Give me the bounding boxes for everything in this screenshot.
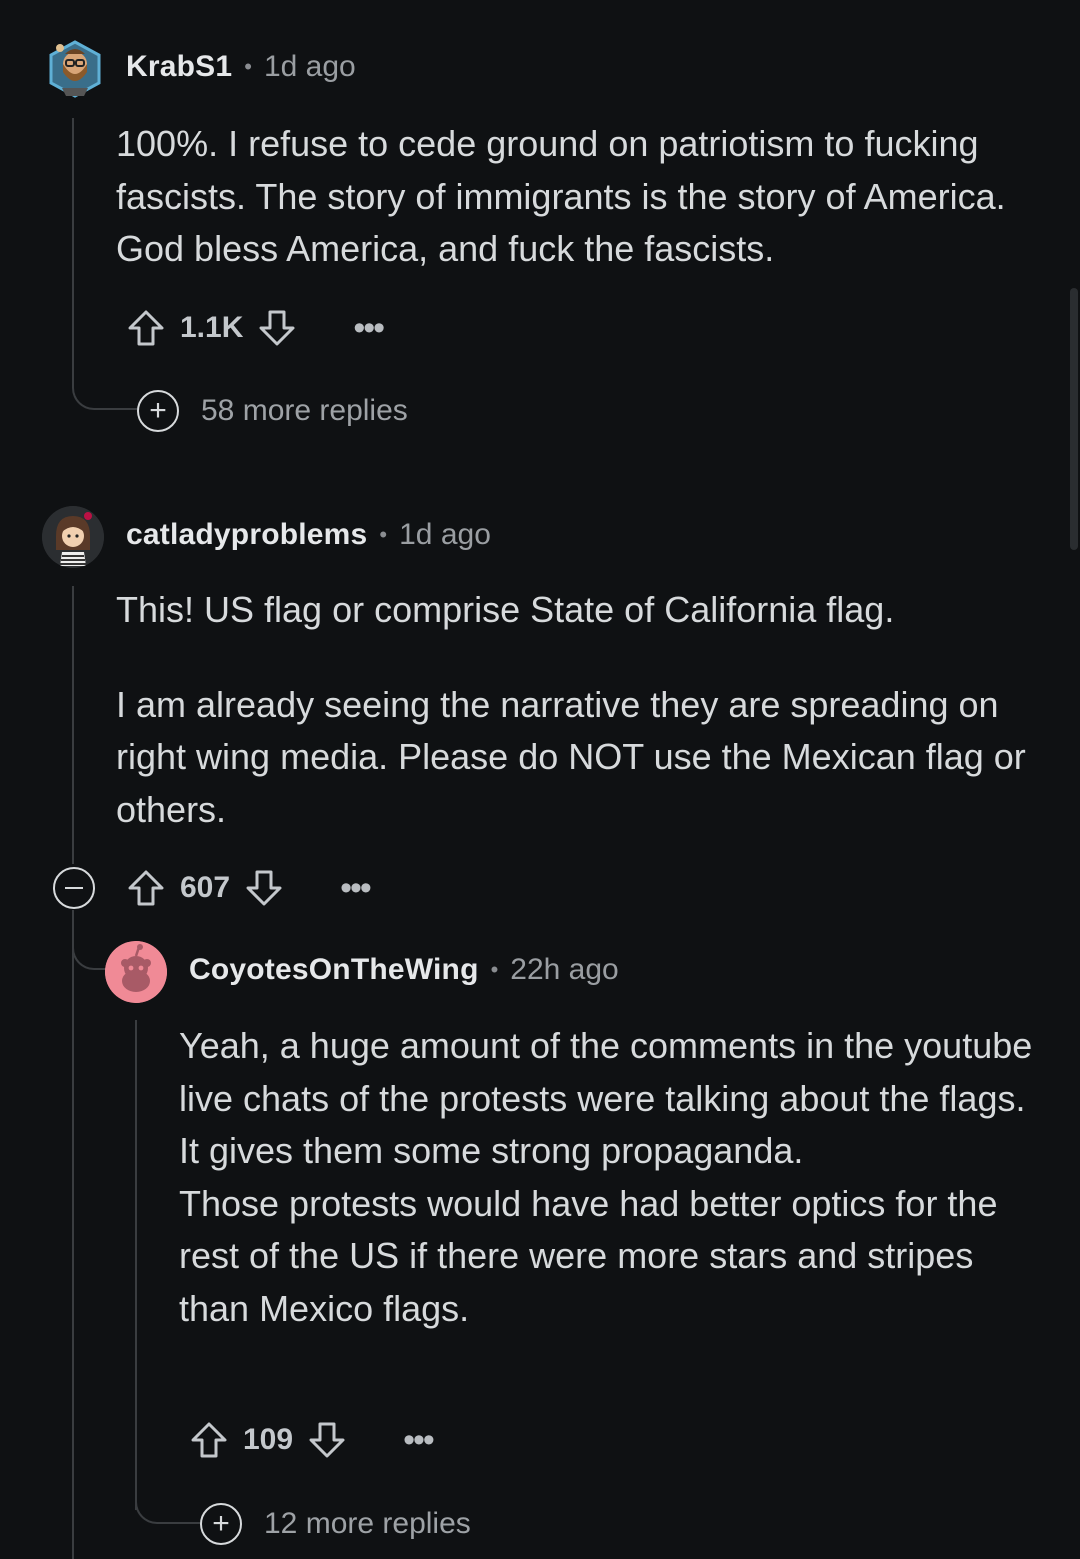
downvote-icon[interactable]	[307, 1420, 347, 1460]
username[interactable]: catladyproblems	[126, 518, 367, 552]
comment-header: catladyproblems • 1d ago	[126, 518, 491, 552]
upvote-icon[interactable]	[126, 868, 166, 908]
meta-separator: •	[244, 54, 252, 79]
thread-line[interactable]	[72, 118, 74, 378]
more-replies-label: 58 more replies	[201, 394, 408, 427]
timestamp: 1d ago	[399, 518, 491, 551]
upvote-icon[interactable]	[126, 308, 166, 348]
collapse-thread-button[interactable]	[53, 867, 95, 909]
vote-count: 1.1K	[180, 311, 244, 344]
plus-circle-icon: +	[200, 1503, 242, 1545]
timestamp: 1d ago	[263, 50, 356, 83]
reply-connector	[135, 1480, 201, 1524]
avatar-krabs1[interactable]	[44, 38, 106, 100]
comment-paragraph: Yeah, a huge amount of the comments in t…	[179, 1025, 1033, 1171]
comment-actions: 1.1K •••	[126, 306, 385, 350]
comment-paragraph: This! US flag or comprise State of Calif…	[116, 589, 895, 630]
reply-connector	[72, 368, 138, 410]
more-replies-button[interactable]: + 12 more replies	[200, 1503, 471, 1545]
downvote-icon[interactable]	[244, 868, 284, 908]
avatar-coyotesonthewing[interactable]	[105, 941, 167, 1003]
comment-paragraph: 100%. I refuse to cede ground on patriot…	[116, 123, 1006, 269]
comment-thread: KrabS1 • 1d ago 100%. I refuse to cede g…	[0, 0, 1080, 1559]
thread-line[interactable]	[72, 586, 74, 864]
thread-line[interactable]	[135, 1020, 137, 1510]
scrollbar[interactable]	[1070, 288, 1078, 550]
minus-circle-icon	[65, 886, 83, 890]
vote-count: 109	[243, 1423, 294, 1456]
comment-body: Yeah, a huge amount of the comments in t…	[179, 1020, 1039, 1335]
more-replies-button[interactable]: + 58 more replies	[137, 390, 408, 432]
plus-circle-icon: +	[137, 390, 179, 432]
timestamp: 22h ago	[510, 953, 619, 986]
vote-count: 607	[180, 871, 231, 904]
comment-body: 100%. I refuse to cede ground on patriot…	[116, 118, 1016, 276]
downvote-icon[interactable]	[257, 308, 297, 348]
more-replies-label: 12 more replies	[264, 1507, 471, 1540]
comment-actions: 607 •••	[126, 866, 372, 910]
upvote-icon[interactable]	[189, 1420, 229, 1460]
meta-separator: •	[379, 522, 388, 547]
meta-separator: •	[490, 957, 499, 982]
username[interactable]: KrabS1	[126, 50, 232, 84]
comment-paragraph: Those protests would have had better opt…	[179, 1182, 998, 1329]
comment-header: CoyotesOnTheWing • 22h ago	[189, 953, 619, 987]
comment-actions: 109 •••	[189, 1418, 435, 1462]
comment-paragraph: I am already seeing the narrative they a…	[116, 683, 1026, 830]
comment-header: KrabS1 • 1d ago	[126, 50, 356, 84]
comment-body: This! US flag or comprise State of Calif…	[116, 584, 1026, 836]
more-options-icon[interactable]: •••	[353, 311, 385, 345]
reply-connector	[72, 926, 108, 970]
thread-line[interactable]	[72, 910, 74, 1559]
avatar-catladyproblems[interactable]	[42, 506, 104, 568]
username[interactable]: CoyotesOnTheWing	[189, 953, 479, 987]
more-options-icon[interactable]: •••	[403, 1423, 435, 1457]
more-options-icon[interactable]: •••	[340, 871, 372, 905]
